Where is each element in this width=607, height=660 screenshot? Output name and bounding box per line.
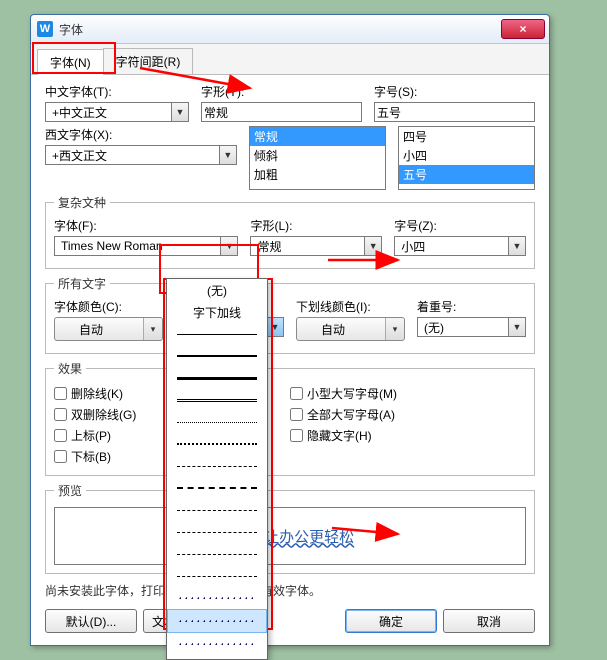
default-button[interactable]: 默认(D)... bbox=[45, 609, 137, 633]
complex-group: 复杂文种 字体(F): Times New Roman ▼ 字形(L): 常规 … bbox=[45, 194, 535, 269]
underline-color-label: 下划线颜色(I): bbox=[296, 298, 405, 315]
font-dialog: W 字体 × 字体(N) 字符间距(R) 中文字体(T): +中文正文 ▼ 字形… bbox=[30, 14, 550, 646]
emphasis-combo[interactable]: (无) ▼ bbox=[417, 317, 526, 337]
size-option[interactable]: 四号 bbox=[399, 127, 534, 146]
titlebar: W 字体 × bbox=[31, 15, 549, 44]
size-option[interactable]: 小四 bbox=[399, 146, 534, 165]
style-option[interactable]: 常规 bbox=[250, 127, 385, 146]
chevron-down-icon: ▾ bbox=[385, 318, 404, 340]
style-listbox[interactable]: 常规 倾斜 加粗 bbox=[249, 126, 386, 190]
complex-font-combo[interactable]: Times New Roman ▼ bbox=[54, 236, 238, 256]
font-color-label: 字体颜色(C): bbox=[54, 298, 163, 315]
underline-option-solid3[interactable] bbox=[167, 367, 267, 389]
chevron-down-icon: ▼ bbox=[364, 237, 381, 255]
size-input[interactable] bbox=[374, 102, 535, 122]
west-font-value: +西文正文 bbox=[48, 147, 111, 164]
close-button[interactable]: × bbox=[501, 19, 545, 39]
ok-button[interactable]: 确定 bbox=[345, 609, 437, 633]
complex-font-value: Times New Roman bbox=[57, 239, 167, 253]
size-listbox[interactable]: 四号 小四 五号 bbox=[398, 126, 535, 190]
cn-font-value: +中文正文 bbox=[48, 104, 111, 121]
dialog-content: 中文字体(T): +中文正文 ▼ 字形(Y): 字号(S): 西文字体(X): … bbox=[31, 75, 549, 645]
cancel-button[interactable]: 取消 bbox=[443, 609, 535, 633]
chevron-down-icon: ▼ bbox=[219, 146, 236, 164]
effects-group: 效果 删除线(K) 双删除线(G) 上标(P) 下标(B) 小型大写字母(M) … bbox=[45, 360, 535, 476]
underline-option-wave-selected[interactable] bbox=[167, 609, 267, 633]
chevron-down-icon: ▼ bbox=[508, 237, 525, 255]
chevron-down-icon: ▾ bbox=[143, 318, 162, 340]
chevron-down-icon: ▼ bbox=[171, 103, 188, 121]
style-label: 字形(Y): bbox=[201, 83, 362, 100]
chevron-down-icon: ▼ bbox=[266, 318, 283, 336]
smallcaps-checkbox[interactable]: 小型大写字母(M) bbox=[290, 383, 526, 404]
underline-option-dot-thick[interactable] bbox=[167, 433, 267, 455]
alltext-legend: 所有文字 bbox=[54, 275, 110, 292]
underline-option-double[interactable] bbox=[167, 389, 267, 411]
row-font-top: 中文字体(T): +中文正文 ▼ 字形(Y): 字号(S): bbox=[45, 83, 535, 122]
tab-bar: 字体(N) 字符间距(R) bbox=[31, 44, 549, 75]
preview-box: WPS 让办公更轻松 bbox=[54, 507, 526, 565]
tab-font[interactable]: 字体(N) bbox=[37, 49, 104, 75]
complex-style-label: 字形(L): bbox=[250, 217, 382, 234]
underline-option-wave[interactable] bbox=[167, 587, 267, 609]
cn-font-combo[interactable]: +中文正文 ▼ bbox=[45, 102, 189, 122]
alltext-group: 所有文字 字体颜色(C): 自动 ▾ 下划线线型(U): ~~~~~~~~~~~… bbox=[45, 275, 535, 354]
complex-legend: 复杂文种 bbox=[54, 194, 110, 211]
underline-option-long-dash[interactable] bbox=[167, 499, 267, 521]
effects-legend: 效果 bbox=[54, 360, 86, 377]
close-icon: × bbox=[519, 22, 526, 36]
underline-option-words[interactable]: 字下加线 bbox=[167, 301, 267, 323]
emphasis-label: 着重号: bbox=[417, 298, 526, 315]
style-input[interactable] bbox=[201, 102, 362, 122]
chevron-down-icon: ▼ bbox=[220, 237, 237, 255]
chevron-down-icon: ▼ bbox=[508, 318, 525, 336]
complex-size-label: 字号(Z): bbox=[394, 217, 526, 234]
underline-option-dot[interactable] bbox=[167, 411, 267, 433]
preview-legend: 预览 bbox=[54, 482, 86, 499]
tab-spacing[interactable]: 字符间距(R) bbox=[103, 48, 194, 74]
underline-option-dash-dot-alt[interactable] bbox=[167, 565, 267, 587]
hidden-checkbox[interactable]: 隐藏文字(H) bbox=[290, 425, 526, 446]
underline-option-dash-dot[interactable] bbox=[167, 521, 267, 543]
underline-option-dash[interactable] bbox=[167, 455, 267, 477]
window-title: 字体 bbox=[59, 21, 501, 38]
underline-color-button[interactable]: 自动 ▾ bbox=[296, 317, 405, 341]
font-note: 尚未安装此字体，打印时将采用最接近的有效字体。 bbox=[45, 582, 535, 599]
underline-option-wave-double[interactable] bbox=[167, 633, 267, 655]
complex-size-combo[interactable]: 小四 ▼ bbox=[394, 236, 526, 256]
underline-option-solid1[interactable] bbox=[167, 323, 267, 345]
underline-option-solid2[interactable] bbox=[167, 345, 267, 367]
font-color-button[interactable]: 自动 ▾ bbox=[54, 317, 163, 341]
app-icon: W bbox=[37, 21, 53, 37]
underline-option-dash-dot-dot[interactable] bbox=[167, 543, 267, 565]
underline-option-dash-thick[interactable] bbox=[167, 477, 267, 499]
row-font-second: 西文字体(X): +西文正文 ▼ 常规 倾斜 加粗 四号 小四 五号 bbox=[45, 126, 535, 190]
preview-group: 预览 WPS 让办公更轻松 bbox=[45, 482, 535, 574]
size-label: 字号(S): bbox=[374, 83, 535, 100]
cn-font-label: 中文字体(T): bbox=[45, 83, 189, 100]
west-font-combo[interactable]: +西文正文 ▼ bbox=[45, 145, 237, 165]
style-option[interactable]: 加粗 bbox=[250, 165, 385, 184]
underline-dropdown[interactable]: (无) 字下加线 bbox=[166, 278, 268, 660]
underline-option-none[interactable]: (无) bbox=[167, 279, 267, 301]
button-row: 默认(D)... 文本效果(E)... 确定 取消 bbox=[45, 609, 535, 633]
complex-font-label: 字体(F): bbox=[54, 217, 238, 234]
size-option[interactable]: 五号 bbox=[399, 165, 534, 184]
west-font-label: 西文字体(X): bbox=[45, 126, 237, 143]
allcaps-checkbox[interactable]: 全部大写字母(A) bbox=[290, 404, 526, 425]
complex-style-combo[interactable]: 常规 ▼ bbox=[250, 236, 382, 256]
style-option[interactable]: 倾斜 bbox=[250, 146, 385, 165]
